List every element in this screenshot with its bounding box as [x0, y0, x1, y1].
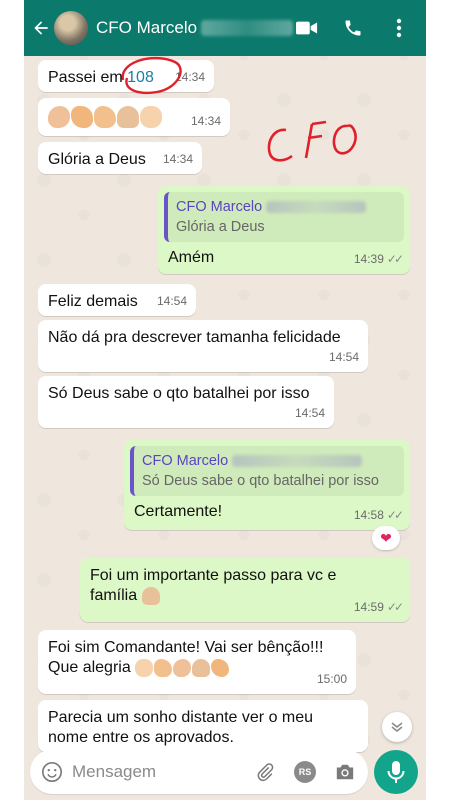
camera-icon[interactable] — [332, 759, 358, 785]
emoji-row — [135, 658, 230, 677]
thumbs-up-emoji — [94, 106, 116, 128]
message-time: 14:54 — [294, 406, 325, 420]
message-time: 14:59 — [353, 600, 384, 614]
emoji-icon[interactable] — [40, 760, 64, 784]
message-text: Passei em — [48, 69, 128, 86]
message-text: Não dá pra descrever tamanha felicidade — [48, 329, 341, 346]
quote-text: Só Deus sabe o qto batalhei por isso — [142, 473, 379, 489]
read-ticks-icon: ✓✓ — [386, 252, 404, 266]
message-outgoing[interactable]: CFO Marcelo Só Deus sabe o qto batalhei … — [124, 440, 410, 530]
message-text-line2: nome entre os aprovados. — [48, 729, 234, 746]
arrow-left-icon[interactable] — [26, 0, 56, 56]
red-circle-annotation — [117, 54, 185, 98]
contact-avatar[interactable] — [54, 11, 88, 45]
message-text-line2: família — [90, 587, 138, 604]
message-time: 14:54 — [328, 350, 359, 364]
message-time-area: 14:59 ✓✓ — [353, 597, 404, 617]
emoji-row — [48, 106, 162, 128]
whatsapp-chat-screen: CFO Marcelo Passei em 108 14:34 14:34 Gl… — [24, 0, 426, 800]
message-outgoing[interactable]: Foi um importante passo para vc e famíli… — [80, 558, 410, 622]
message-time: 14:54 — [156, 294, 187, 308]
quote-author: CFO Marcelo — [176, 199, 263, 215]
message-incoming[interactable]: Feliz demais 14:54 — [38, 284, 196, 316]
message-time-area: 14:39 ✓✓ — [353, 249, 404, 269]
quote-text: Glória a Deus — [176, 219, 265, 235]
message-incoming[interactable]: Não dá pra descrever tamanha felicidade … — [38, 320, 368, 372]
handwritten-annotation — [264, 112, 364, 168]
raising-hands-emoji — [135, 658, 154, 677]
heart-reaction-icon[interactable]: ❤ — [372, 526, 400, 550]
redacted-name-blur — [232, 455, 363, 467]
message-incoming[interactable]: Glória a Deus 14:34 — [38, 142, 202, 174]
folded-hands-emoji — [192, 658, 211, 677]
message-time: 14:58 — [353, 508, 384, 522]
message-outgoing[interactable]: CFO Marcelo Glória a Deus Amém 14:39 ✓✓ — [158, 186, 410, 274]
redacted-name-blur — [201, 20, 294, 36]
flexed-biceps-emoji — [211, 658, 230, 677]
more-vertical-icon[interactable] — [388, 17, 410, 39]
thumbs-up-emoji — [154, 658, 173, 677]
message-incoming[interactable]: Parecia um sonho distante ver o meu nome… — [38, 700, 368, 752]
clapping-hands-emoji — [48, 106, 70, 128]
message-time-area: 14:58 ✓✓ — [353, 505, 404, 525]
flexed-biceps-emoji — [71, 106, 93, 128]
message-input[interactable] — [72, 762, 238, 782]
video-call-icon[interactable] — [296, 17, 318, 39]
message-time: 14:39 — [353, 252, 384, 266]
quote-author: CFO Marcelo — [142, 453, 229, 469]
read-ticks-icon: ✓✓ — [386, 508, 404, 522]
message-time: 14:34 — [190, 114, 221, 128]
contact-name-area[interactable]: CFO Marcelo — [96, 18, 294, 38]
clapping-hands-emoji — [173, 658, 192, 677]
quoted-message[interactable]: CFO Marcelo Glória a Deus — [164, 192, 404, 242]
raising-hands-emoji — [140, 106, 162, 128]
message-text: Só Deus sabe o qto batalhei por isso — [48, 385, 310, 402]
message-text: Feliz demais — [48, 293, 138, 310]
message-text-line1: Parecia um sonho distante ver o meu — [48, 709, 314, 726]
message-incoming[interactable]: 14:34 — [38, 98, 230, 136]
phone-call-icon[interactable] — [342, 17, 364, 39]
message-text-line1: Foi um importante passo para vc e — [90, 567, 337, 584]
message-text-line2: Que alegria — [48, 659, 131, 676]
read-ticks-icon: ✓✓ — [386, 600, 404, 614]
quoted-message[interactable]: CFO Marcelo Só Deus sabe o qto batalhei … — [130, 446, 404, 496]
message-incoming[interactable]: Só Deus sabe o qto batalhei por isso 14:… — [38, 376, 334, 428]
scroll-down-icon[interactable] — [382, 712, 412, 742]
message-text: Glória a Deus — [48, 151, 146, 168]
rs-sticker-icon[interactable]: RS — [292, 759, 318, 785]
folded-hands-emoji — [117, 106, 139, 128]
rs-badge: RS — [294, 761, 316, 783]
folded-hands-emoji — [141, 586, 160, 605]
message-composer: RS — [30, 750, 368, 794]
message-time: 15:00 — [316, 672, 347, 686]
message-text-line1: Foi sim Comandante! Vai ser bênção!!! — [48, 639, 324, 656]
mic-icon[interactable] — [374, 750, 418, 794]
contact-name: CFO Marcelo — [96, 18, 198, 37]
message-incoming[interactable]: Foi sim Comandante! Vai ser bênção!!! Qu… — [38, 630, 356, 694]
redacted-name-blur — [266, 201, 367, 213]
attach-icon[interactable] — [252, 759, 278, 785]
chat-header: CFO Marcelo — [24, 0, 426, 56]
message-time: 14:34 — [162, 152, 193, 166]
